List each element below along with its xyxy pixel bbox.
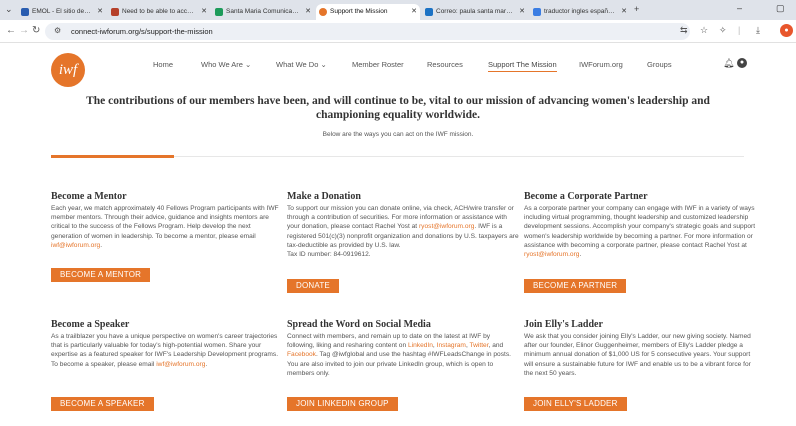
tab-favicon-icon	[319, 8, 327, 16]
close-tab-icon[interactable]: ✕	[621, 7, 627, 15]
separator: |	[738, 25, 741, 35]
browser-tab[interactable]: traductor ingles español online... ✕	[530, 4, 630, 20]
nav-who-we-are[interactable]: Who We Are ⌄	[201, 60, 251, 69]
speaker-email-link[interactable]: iwf@iwforum.org	[156, 361, 205, 368]
close-tab-icon[interactable]: ✕	[201, 7, 207, 15]
join-linkedin-group-button[interactable]: JOIN LINKEDIN GROUP	[287, 397, 398, 411]
mentor-title: Become a Mentor	[51, 191, 127, 202]
close-tab-icon[interactable]: ✕	[411, 7, 417, 15]
browser-tab-active[interactable]: Support the Mission ✕	[316, 4, 420, 20]
account-icon[interactable]: ●	[737, 58, 747, 68]
browser-tab[interactable]: Correo: paula santa maria - Ou... ✕	[422, 4, 528, 20]
donation-section: Make a Donation To support our mission y…	[287, 191, 519, 259]
tab-label: Santa Maria Comunicaciones -...	[226, 8, 300, 15]
speaker-section: Become a Speaker As a trailblazer you ha…	[51, 319, 283, 369]
social-section: Spread the Word on Social Media Connect …	[287, 319, 519, 378]
ladder-text: We ask that you consider joining Elly's …	[524, 333, 751, 377]
tab-favicon-icon	[425, 8, 433, 16]
tab-label: Support the Mission	[330, 8, 388, 15]
tax-id: Tax ID number: 84-0919612.	[287, 251, 371, 259]
tab-favicon-icon	[21, 8, 29, 16]
nav-resources[interactable]: Resources	[427, 60, 463, 69]
nav-what-we-do[interactable]: What We Do ⌄	[276, 60, 327, 69]
tab-label: EMOL - El sitio de noticias onli...	[32, 8, 92, 15]
nav-member-roster[interactable]: Member Roster	[352, 60, 404, 69]
speaker-text: As a trailblazer you have a unique persp…	[51, 333, 279, 368]
facebook-link[interactable]: Facebook	[287, 351, 316, 358]
bell-icon[interactable]: 🔔︎	[723, 58, 734, 69]
social-title: Spread the Word on Social Media	[287, 319, 431, 330]
browser-tab[interactable]: Need to be able to access IWF... ✕	[108, 4, 210, 20]
donation-email-link[interactable]: ryost@iwforum.org	[419, 223, 474, 230]
new-tab-button[interactable]: +	[634, 4, 639, 14]
back-icon[interactable]: ←	[6, 25, 16, 36]
download-icon[interactable]: ⤓	[756, 25, 760, 36]
ladder-title: Join Elly's Ladder	[524, 319, 603, 330]
nav-support-the-mission[interactable]: Support The Mission	[488, 60, 557, 72]
address-bar[interactable]: ⚙ connect-iwforum.org/s/support-the-miss…	[45, 23, 690, 40]
nav-iwforum-org[interactable]: IWForum.org	[579, 60, 623, 69]
iwf-logo[interactable]: iwf	[51, 53, 85, 87]
social-text: Connect with members, and remain up to d…	[287, 333, 511, 377]
become-a-mentor-button[interactable]: BECOME A MENTOR	[51, 268, 151, 282]
tab-search-icon[interactable]: ⌄	[5, 4, 13, 15]
page-headline: The contributions of our members have be…	[86, 95, 710, 121]
profile-avatar[interactable]: ●	[780, 24, 793, 37]
forward-icon[interactable]: →	[19, 25, 29, 36]
site-info-icon[interactable]: ⚙	[54, 26, 61, 35]
tab-favicon-icon	[111, 8, 119, 16]
tab-favicon-icon	[215, 8, 223, 16]
speaker-title: Become a Speaker	[51, 319, 130, 330]
browser-tab-strip: ⌄ EMOL - El sitio de noticias onli... ✕ …	[0, 0, 796, 20]
join-ellys-ladder-button[interactable]: JOIN ELLY'S LADDER	[524, 397, 627, 411]
extensions-icon[interactable]: ✧	[719, 25, 727, 36]
donate-button[interactable]: DONATE	[287, 279, 339, 293]
divider-accent	[51, 155, 174, 158]
nav-groups[interactable]: Groups	[647, 60, 672, 69]
linkedin-link[interactable]: LinkedIn	[408, 342, 433, 349]
reload-icon[interactable]: ↻	[32, 25, 40, 36]
browser-tab[interactable]: EMOL - El sitio de noticias onli... ✕	[18, 4, 106, 20]
become-a-partner-button[interactable]: BECOME A PARTNER	[524, 279, 627, 293]
translate-icon[interactable]: ⇆	[680, 25, 688, 36]
partner-email-link[interactable]: ryost@iwforum.org	[524, 251, 579, 258]
mentor-email-link[interactable]: iwf@iwforum.org	[51, 242, 100, 249]
donation-text: To support our mission you can donate on…	[287, 205, 519, 259]
instagram-link[interactable]: Instagram	[437, 342, 466, 349]
mentor-section: Become a Mentor Each year, we match appr…	[51, 191, 283, 250]
url-text: connect-iwforum.org/s/support-the-missio…	[71, 27, 213, 36]
tab-favicon-icon	[533, 8, 541, 16]
twitter-link[interactable]: Twitter	[470, 342, 489, 349]
browser-toolbar: ← → ↻ ⚙ connect-iwforum.org/s/support-th…	[0, 20, 796, 43]
donation-title: Make a Donation	[287, 191, 361, 202]
browser-tab[interactable]: Santa Maria Comunicaciones -... ✕	[212, 4, 314, 20]
close-tab-icon[interactable]: ✕	[305, 7, 311, 15]
minimize-icon[interactable]: –	[737, 3, 742, 13]
partner-text: As a corporate partner your company can …	[524, 205, 756, 259]
close-tab-icon[interactable]: ✕	[97, 7, 103, 15]
ladder-section: Join Elly's Ladder We ask that you consi…	[524, 319, 758, 378]
partner-title: Become a Corporate Partner	[524, 191, 648, 202]
mentor-text: Each year, we match approximately 40 Fel…	[51, 205, 279, 249]
nav-home[interactable]: Home	[153, 60, 173, 69]
maximize-icon[interactable]: ▢	[776, 3, 785, 14]
become-a-speaker-button[interactable]: BECOME A SPEAKER	[51, 397, 154, 411]
tab-label: Correo: paula santa maria - Ou...	[436, 8, 514, 15]
tab-label: traductor ingles español online...	[544, 8, 616, 15]
close-tab-icon[interactable]: ✕	[519, 7, 525, 15]
tab-label: Need to be able to access IWF...	[122, 8, 196, 15]
star-icon[interactable]: ☆	[700, 25, 708, 36]
page-subline: Below are the ways you can act on the IW…	[322, 131, 474, 138]
partner-section: Become a Corporate Partner As a corporat…	[524, 191, 758, 259]
